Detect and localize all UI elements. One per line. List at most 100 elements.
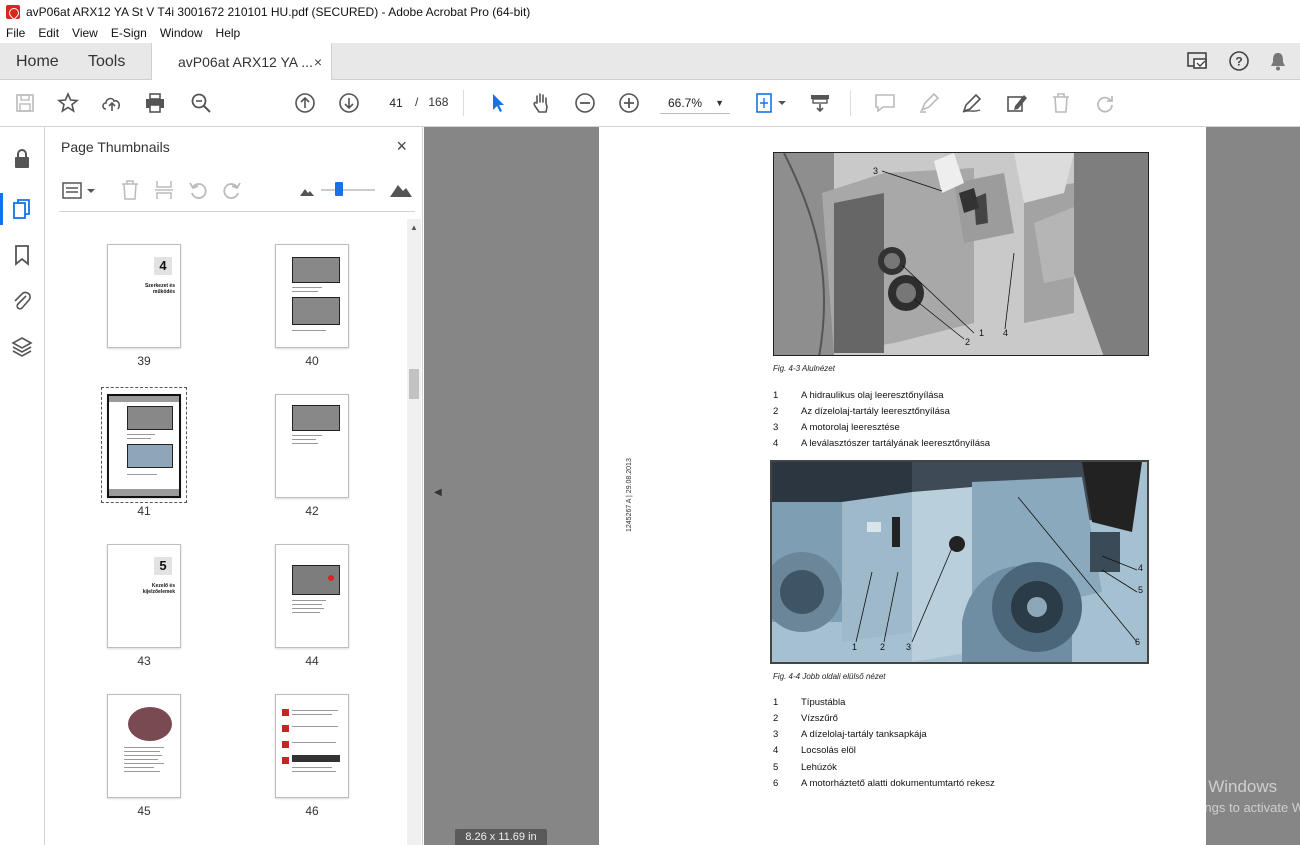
thumbnail-page-40[interactable] [275,244,349,348]
tab-tools[interactable]: Tools [88,43,125,80]
thumbnail-page-39[interactable]: 4 Szerkezet és működés [107,244,181,348]
thumbnail-label: 44 [305,654,319,668]
menu-view[interactable]: View [72,26,98,40]
layers-icon[interactable] [10,335,34,359]
figure-underside-view: 3 1 4 2 [773,152,1149,356]
thumbnail-text-line [124,771,160,772]
thumbnail-warning-icon [282,709,289,716]
svg-text:?: ? [1235,55,1242,69]
thumbnail-label: 41 [137,504,151,518]
attachments-paperclip-icon[interactable] [10,289,34,313]
figure2-callout-4: 4 [1138,563,1144,573]
thumbnail-figure [292,405,340,431]
thumbnail-text-line [292,439,316,440]
thumbnail-size-slider[interactable] [321,189,375,191]
thumbnail-text-line [292,612,320,613]
menu-bar: File Edit View E-Sign Window Help [0,23,1300,43]
zoom-out-icon[interactable] [573,91,597,115]
upload-cloud-icon[interactable] [100,91,124,115]
redo-icon[interactable] [1093,91,1117,115]
hand-tool-icon[interactable] [529,91,553,115]
menu-help[interactable]: Help [216,26,241,40]
previous-page-icon[interactable] [293,91,317,115]
thumbnail-page-41[interactable] [107,394,181,498]
legend-number: 1 [773,697,779,708]
menu-edit[interactable]: Edit [38,26,59,40]
menu-window[interactable]: Window [160,26,203,40]
small-thumbnails-mountain-icon[interactable] [299,184,315,201]
menu-file[interactable]: File [6,26,25,40]
thumbnail-label: 40 [305,354,319,368]
bookmarks-icon[interactable] [10,243,34,267]
thumbnail-text-line [292,767,332,768]
thumbnail-warning-icon [282,757,289,764]
thumbnail-warning-icon [282,741,289,748]
options-menu-icon[interactable] [61,180,97,205]
print-icon[interactable] [143,91,167,115]
thumbnail-page-46[interactable] [275,694,349,798]
next-page-icon[interactable] [337,91,361,115]
left-navigation-rail [0,127,45,845]
tab-document[interactable]: avP06at ARX12 YA ... × [151,43,332,81]
notifications-bell-icon[interactable] [1268,50,1288,75]
thumbnails-list: 4 Szerkezet és működés 39 40 41 42 5 Kez… [45,213,423,845]
chapter-title: Kezelő és kijelzőelemek [142,583,175,595]
fit-page-icon[interactable] [754,91,788,115]
legend-number: 2 [773,406,779,417]
legend-text: A motorolaj leeresztése [801,422,900,433]
scrolling-mode-icon[interactable] [808,91,832,115]
rotate-clockwise-icon[interactable] [221,179,243,204]
zoom-in-icon[interactable] [617,91,641,115]
bookmark-star-icon[interactable] [56,91,80,115]
main-toolbar: 41 / 168 66.7% ▼ [0,80,1300,127]
menu-esign[interactable]: E-Sign [111,26,147,40]
panel-divider [59,211,415,212]
delete-page-icon[interactable] [119,179,141,204]
edit-pdf-icon[interactable] [1005,91,1029,115]
rotate-counterclockwise-icon[interactable] [187,179,209,204]
legend-number: 4 [773,745,779,756]
thumbnail-text-line [292,714,332,715]
zoom-level-select[interactable]: 66.7% ▼ [660,92,730,114]
thumbnail-text-line [292,604,322,605]
thumbnail-text-line [292,443,318,444]
toolbar-divider [463,90,464,116]
activate-windows-watermark: Activate Windows Go to Settings to activ… [1143,777,1300,815]
tab-home[interactable]: Home [16,43,59,80]
thumbnail-page-42[interactable] [275,394,349,498]
delete-trash-icon[interactable] [1049,91,1073,115]
share-screen-icon[interactable] [1186,50,1210,75]
lock-icon[interactable] [10,147,34,171]
highlight-pen-icon[interactable] [917,91,941,115]
comment-icon[interactable] [873,91,897,115]
thumbnail-text-line [127,474,157,475]
thumbnail-page-44[interactable] [275,544,349,648]
watermark-line2: Go to Settings to activate Windows. [1143,800,1300,815]
thumbnail-header-band [109,396,179,402]
select-cursor-icon[interactable] [486,91,510,115]
thumbnail-page-45[interactable] [107,694,181,798]
fill-sign-icon[interactable] [960,91,984,115]
legend-number: 5 [773,762,779,773]
thumbnail-label: 39 [137,354,151,368]
collapse-panel-arrow-icon[interactable]: ◀ [434,487,442,498]
thumbnail-page-43[interactable]: 5 Kezelő és kijelzőelemek [107,544,181,648]
legend-number: 1 [773,390,779,401]
help-icon[interactable]: ? [1228,50,1250,75]
thumbnail-size-slider-handle[interactable] [335,182,343,196]
scroll-up-arrow-icon[interactable]: ▲ [410,223,418,232]
close-tab-icon[interactable]: × [314,54,322,70]
extract-pages-icon[interactable] [153,179,175,204]
save-icon[interactable] [13,91,37,115]
title-bar: avP06at ARX12 YA St V T4i 3001672 210101… [0,0,1300,23]
scrollbar-thumb[interactable] [409,369,419,399]
page-number-input[interactable]: 41 [382,92,410,114]
legend-number: 4 [773,438,779,449]
close-panel-icon[interactable]: × [396,136,407,157]
zoom-search-icon[interactable] [189,91,213,115]
page-thumbnails-icon[interactable] [10,197,34,221]
thumbnails-scrollbar[interactable]: ▲ [407,219,421,845]
legend-text: Lehúzók [801,762,837,773]
thumbnail-label: 45 [137,804,151,818]
large-thumbnails-mountain-icon[interactable] [389,179,413,202]
